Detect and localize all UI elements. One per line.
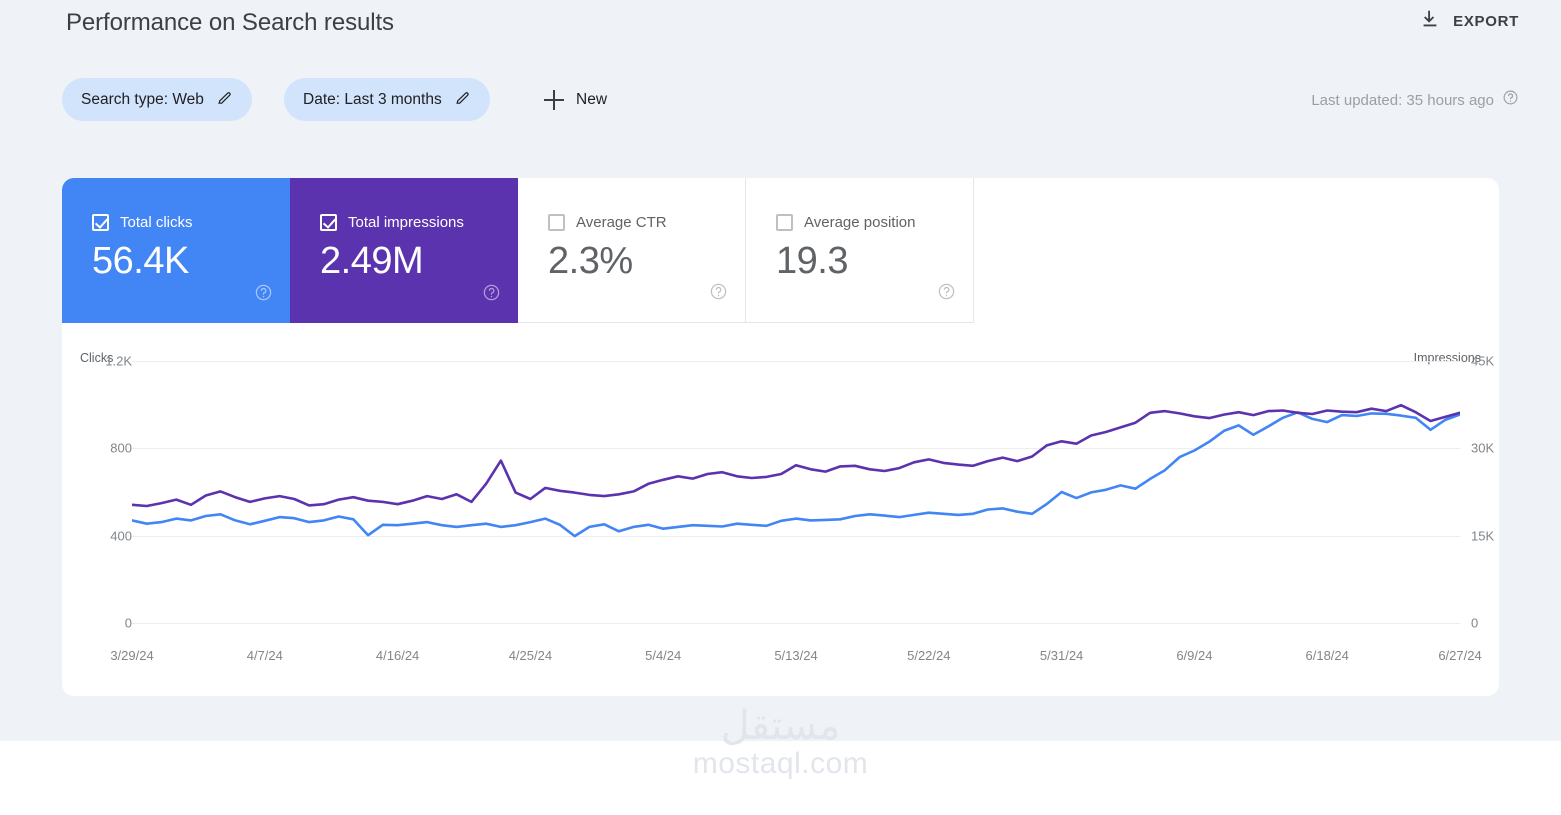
help-circle-icon[interactable] <box>937 282 956 306</box>
metric-value: 56.4K <box>92 240 189 282</box>
filter-bar: Search type: Web Date: Last 3 months New… <box>0 78 1561 128</box>
metric-label: Total clicks <box>120 214 193 231</box>
pencil-icon <box>216 89 233 111</box>
filter-chip-date[interactable]: Date: Last 3 months <box>284 78 490 121</box>
left-axis-tick-label: 800 <box>110 440 132 456</box>
metric-value: 2.49M <box>320 240 424 282</box>
last-updated: Last updated: 35 hours ago <box>1311 89 1519 111</box>
new-filter-label: New <box>576 90 608 108</box>
performance-chart: Clicks Impressions 0 400 800 1.2K 0 15K 30K 45… <box>62 323 1499 696</box>
metric-value: 19.3 <box>776 240 848 282</box>
help-circle-icon[interactable] <box>482 283 501 307</box>
chart-line-total-clicks <box>132 411 1460 538</box>
watermark-arabic: مستقل <box>720 704 841 748</box>
filter-chip-label: Date: Last 3 months <box>303 90 442 108</box>
checkbox-unchecked-icon[interactable] <box>548 214 565 231</box>
right-axis-tick-label: 30K <box>1471 440 1495 456</box>
metric-header: Average CTR <box>548 214 667 231</box>
right-axis-tick-label: 0 <box>1471 615 1479 631</box>
export-button[interactable]: EXPORT <box>1419 8 1519 35</box>
metric-tab-total-clicks[interactable]: Total clicks 56.4K <box>62 178 290 323</box>
download-icon <box>1419 8 1441 35</box>
metric-tab-total-impressions[interactable]: Total impressions 2.49M <box>290 178 518 323</box>
filter-chip-label: Search type: Web <box>81 90 204 108</box>
export-label: EXPORT <box>1453 13 1519 30</box>
left-axis-tick-label: 400 <box>110 528 132 544</box>
checkbox-unchecked-icon[interactable] <box>776 214 793 231</box>
page-title: Performance on Search results <box>66 9 394 36</box>
metric-tab-average-position[interactable]: Average position 19.3 <box>746 178 974 323</box>
metric-header: Average position <box>776 214 915 231</box>
left-axis-tick-label: 0 <box>124 615 132 631</box>
filter-chip-search-type[interactable]: Search type: Web <box>62 78 252 121</box>
new-filter-button[interactable]: New <box>536 78 615 121</box>
plus-icon <box>544 89 564 110</box>
right-axis-tick-label: 15K <box>1471 528 1495 544</box>
metric-tab-average-ctr[interactable]: Average CTR 2.3% <box>518 178 746 323</box>
metric-value: 2.3% <box>548 240 633 282</box>
chart-line-total-impressions <box>132 403 1460 508</box>
pencil-icon <box>454 89 471 111</box>
right-axis-tick-label: 45K <box>1471 353 1495 369</box>
checkbox-checked-icon[interactable] <box>92 214 109 231</box>
page-background: Performance on Search results EXPORT Sea… <box>0 0 1561 780</box>
metric-tabs: Total clicks 56.4K Total impressions 2.4… <box>62 178 974 323</box>
left-axis-tick-label: 1.2K <box>105 353 132 369</box>
metric-header: Total clicks <box>92 214 193 231</box>
help-circle-icon[interactable] <box>254 283 273 307</box>
watermark-latin: mostaql.com <box>692 747 869 780</box>
chart-plot-area <box>132 323 1460 696</box>
last-updated-text: Last updated: 35 hours ago <box>1311 91 1494 109</box>
help-circle-icon[interactable] <box>709 282 728 306</box>
metric-label: Total impressions <box>348 214 464 231</box>
help-circle-icon[interactable] <box>1502 89 1519 111</box>
checkbox-checked-icon[interactable] <box>320 214 337 231</box>
performance-card: Total clicks 56.4K Total impressions 2.4… <box>62 178 1499 696</box>
metric-header: Total impressions <box>320 214 464 231</box>
metric-label: Average CTR <box>576 214 667 231</box>
page-header: Performance on Search results EXPORT <box>0 0 1561 56</box>
watermark: مستقل mostaql.com <box>0 705 1561 781</box>
metric-label: Average position <box>804 214 916 231</box>
